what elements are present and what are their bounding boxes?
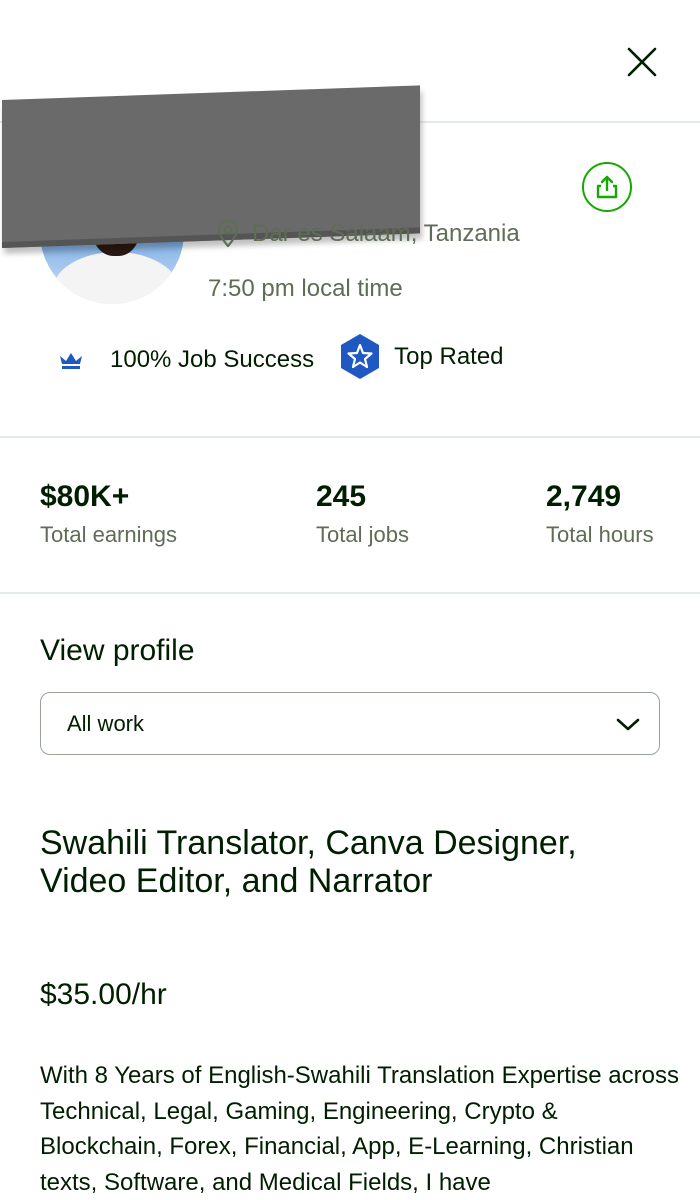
stat-total-earnings: $80K+ Total earnings [40, 480, 177, 548]
profile-divider [0, 436, 700, 438]
share-icon [596, 175, 618, 199]
listing-title: Swahili Translator, Canva Designer, Vide… [40, 824, 577, 900]
close-icon [627, 47, 657, 77]
stat-value: $80K+ [40, 480, 130, 513]
stat-label: Total hours [546, 522, 654, 547]
work-filter-select[interactable]: All work [40, 692, 660, 755]
map-pin-icon [217, 220, 239, 248]
stat-label: Total jobs [316, 522, 409, 547]
chevron-down-icon [616, 718, 640, 730]
listing-description: With 8 Years of English-Swahili Translat… [40, 1062, 679, 1196]
stats-divider [0, 592, 700, 594]
star-badge-icon [341, 334, 380, 379]
crown-icon [60, 353, 82, 369]
local-time: 7:50 pm local time [208, 275, 403, 302]
stat-value: 245 [316, 480, 367, 513]
view-profile-title: View profile [40, 634, 195, 667]
top-rated-text: Top Rated [394, 343, 504, 370]
stat-total-hours: 2,749 Total hours [546, 480, 654, 548]
hourly-rate: $35.00/hr [40, 978, 167, 1011]
location: Dar es Salaam, Tanzania [216, 220, 520, 248]
location-text: Dar es Salaam, Tanzania [252, 220, 520, 247]
share-button[interactable] [582, 162, 632, 212]
stat-label: Total earnings [40, 522, 177, 547]
work-filter-value: All work [67, 710, 145, 736]
close-button[interactable] [622, 42, 662, 82]
stat-total-jobs: 245 Total jobs [316, 480, 409, 548]
stat-value: 2,749 [546, 480, 622, 513]
badges: 100% Job Success Top Rated [58, 334, 504, 382]
job-success-text: 100% Job Success [110, 346, 315, 373]
